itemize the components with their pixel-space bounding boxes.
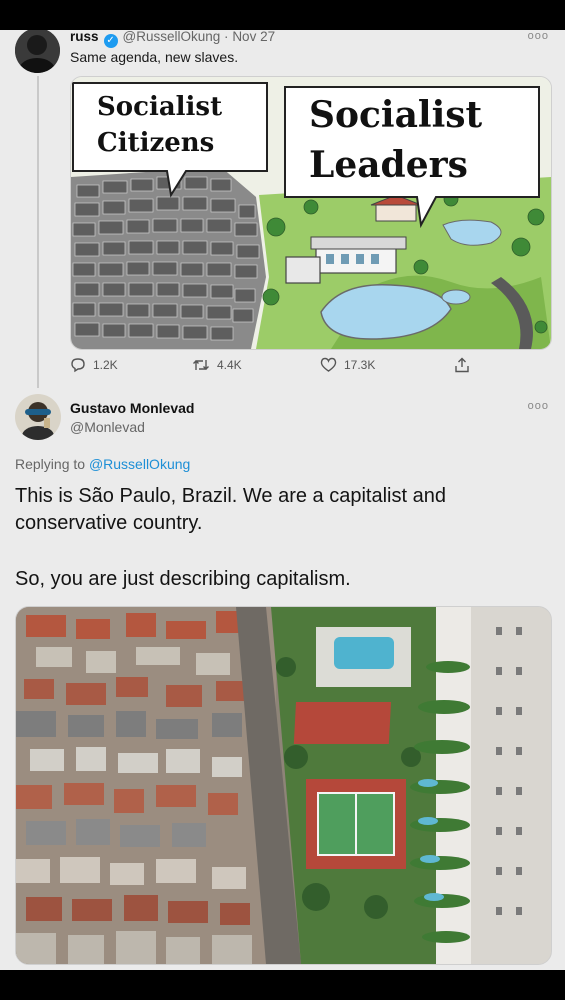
replying-to: Replying to @RussellOkung (15, 456, 190, 472)
tweet1-header: russ ✓ @RussellOkung · Nov 27 (70, 30, 275, 48)
tweet1-separator: · (224, 30, 229, 44)
tweet2-author-name[interactable]: Gustavo Monlevad (70, 400, 194, 416)
meme-image[interactable]: Socialist Citizens Socialist Leaders (70, 76, 552, 350)
russ-avatar[interactable] (15, 30, 60, 73)
tweet2-text-line3: So, you are just describing capitalism. (15, 568, 351, 590)
reply-icon (71, 358, 85, 373)
tweet1-date[interactable]: Nov 27 (232, 30, 275, 44)
replying-to-link[interactable]: @RussellOkung (89, 456, 190, 472)
tweet2-more-icon[interactable]: ooo (528, 400, 549, 412)
tweet2-handle[interactable]: @Monlevad (70, 419, 145, 435)
heart-icon (320, 357, 337, 372)
gustavo-avatar[interactable] (15, 394, 61, 440)
tweet2-text-line2: conservative country. (15, 512, 203, 534)
like-button[interactable]: 17.3K (320, 357, 375, 373)
share-button[interactable] (454, 357, 470, 373)
reply-button[interactable]: 1.2K (70, 357, 118, 373)
screenshot-frame: russ ✓ @RussellOkung · Nov 27 ooo Same age… (0, 30, 565, 970)
meme-right-caption-line1: Socialist (309, 94, 483, 136)
thread-connector-line (37, 76, 39, 388)
share-icon (455, 357, 469, 373)
meme-right-caption-line2: Leaders (309, 144, 468, 186)
retweet-count: 4.4K (217, 358, 242, 372)
tweet1-more-icon[interactable]: ooo (528, 30, 549, 42)
verified-badge-icon: ✓ (103, 34, 118, 48)
meme-left-caption-line2: Citizens (97, 128, 214, 158)
sao-paulo-aerial-photo[interactable] (15, 606, 552, 965)
tweet1-action-bar: 1.2K 4.4K 17.3K (70, 357, 490, 379)
tweet1-handle[interactable]: @RussellOkung (123, 30, 221, 44)
retweet-button[interactable]: 4.4K (192, 357, 242, 373)
meme-left-caption-line1: Socialist (97, 92, 222, 122)
replying-to-label: Replying to (15, 456, 86, 472)
tweet2-text-line1: This is São Paulo, Brazil. We are a capi… (15, 485, 446, 507)
tweet1-text: Same agenda, new slaves. (70, 49, 239, 65)
reply-count: 1.2K (93, 358, 118, 372)
tweet1-author-name[interactable]: russ (70, 30, 99, 44)
like-count: 17.3K (344, 358, 376, 372)
retweet-icon (193, 360, 209, 370)
